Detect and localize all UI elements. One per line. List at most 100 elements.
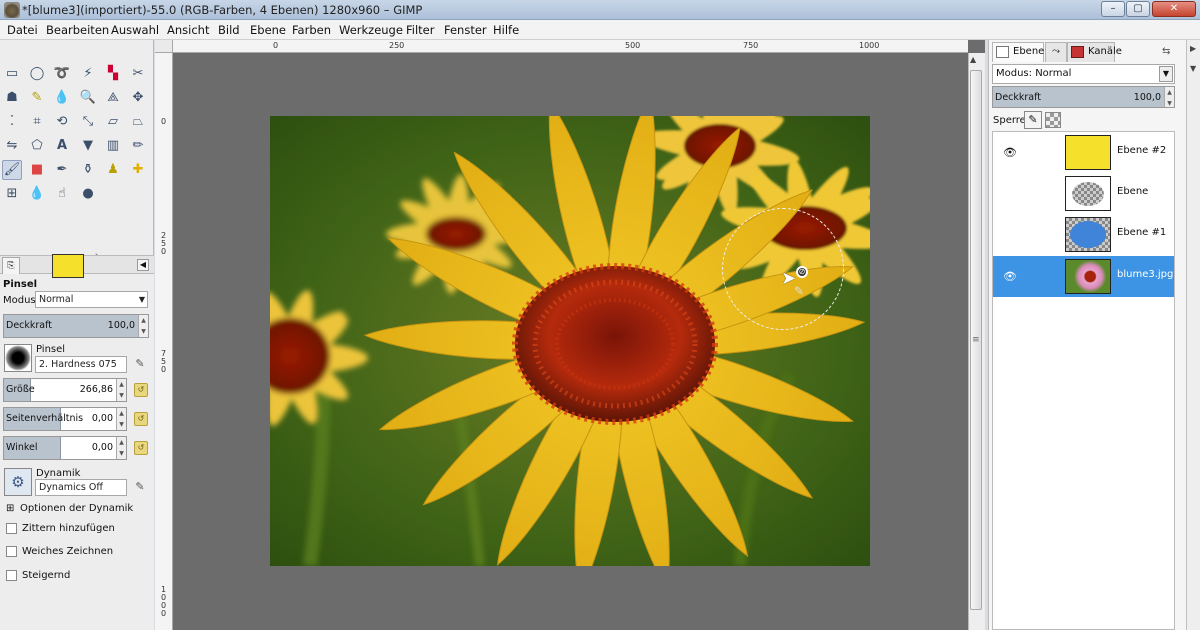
opacity-slider[interactable]: Deckkraft 100,0 ▲ ▼ xyxy=(3,314,149,338)
layer-name[interactable]: blume3.jpg xyxy=(1117,269,1173,280)
menu-hilfe[interactable]: Hilfe xyxy=(493,23,519,37)
scissors-icon[interactable]: ✂ xyxy=(128,64,148,84)
flip-icon[interactable]: ⇋ xyxy=(2,136,22,156)
opacity-spinner[interactable]: ▲ ▼ xyxy=(138,315,148,337)
layer-mode-select[interactable]: Modus: Normal xyxy=(992,64,1175,84)
edit-dynamics-icon[interactable]: ✎ xyxy=(133,480,147,494)
scale-icon[interactable]: ⤡ xyxy=(78,112,98,132)
dynamics-icon[interactable]: ⚙ xyxy=(4,468,32,496)
zoom-icon[interactable]: 🔍 xyxy=(78,88,98,108)
layer-row[interactable]: 👁 Ebene #2 xyxy=(993,132,1174,173)
menu-datei[interactable]: Datei xyxy=(7,23,38,37)
cage-icon[interactable]: ⬠ xyxy=(27,136,47,156)
free-select-icon[interactable]: ➰ xyxy=(52,64,72,84)
brush-preview-icon[interactable] xyxy=(4,344,32,372)
paths-icon[interactable]: ✎ xyxy=(27,88,47,108)
layer-opacity-slider[interactable]: Deckkraft 100,0 ▲ ▼ xyxy=(992,86,1175,108)
bucket-fill-icon[interactable]: ▼ xyxy=(78,136,98,156)
image-canvas[interactable] xyxy=(270,116,870,566)
chevron-down-icon[interactable]: ▼ xyxy=(1159,66,1173,82)
tab-paths[interactable]: ⤳ xyxy=(1045,42,1067,62)
tab-layers[interactable]: Ebenen xyxy=(992,42,1051,62)
layer-opacity-spinner[interactable]: ▲ ▼ xyxy=(1164,87,1174,107)
eraser-icon[interactable]: ■ xyxy=(27,160,47,180)
menu-werkzeuge[interactable]: Werkzeuge xyxy=(339,23,403,37)
brush-name-field[interactable]: 2. Hardness 075 xyxy=(35,356,127,373)
dynamics-options-expander-icon[interactable]: ⊞ xyxy=(6,503,14,514)
heal-icon[interactable]: ✚ xyxy=(128,160,148,180)
dock-menu-icon[interactable]: ▶ xyxy=(1190,44,1196,53)
scroll-up-icon[interactable]: ▲ xyxy=(970,55,976,64)
reset-size-icon[interactable]: ↺ xyxy=(134,383,148,397)
configure-tab-icon[interactable]: ⇆ xyxy=(1162,46,1170,57)
angle-slider[interactable]: Winkel 0,00 ▲ ▼ xyxy=(3,436,127,460)
clone-icon[interactable]: ♟ xyxy=(103,160,123,180)
quick-mask-corner[interactable] xyxy=(155,40,173,53)
perspective-icon[interactable]: ⏢ xyxy=(128,112,148,132)
menu-ansicht[interactable]: Ansicht xyxy=(167,23,209,37)
foreground-color-swatch[interactable] xyxy=(52,254,84,278)
visibility-eye-icon[interactable]: 👁 xyxy=(1003,146,1017,159)
menu-farben[interactable]: Farben xyxy=(292,23,331,37)
layer-row[interactable]: Ebene #1 xyxy=(993,214,1174,255)
foreground-select-icon[interactable]: ☗ xyxy=(2,88,22,108)
horizontal-ruler[interactable]: 0 250 500 750 1000 1250 xyxy=(173,40,968,53)
minimize-button[interactable]: – xyxy=(1101,1,1125,17)
layer-name[interactable]: Ebene #1 xyxy=(1117,227,1166,238)
angle-spinner[interactable]: ▲ ▼ xyxy=(116,437,126,459)
blur-icon[interactable]: 💧 xyxy=(27,184,47,204)
rect-select-icon[interactable]: ▭ xyxy=(2,64,22,84)
lock-alpha-icon[interactable] xyxy=(1045,112,1061,128)
menu-ebene[interactable]: Ebene xyxy=(250,23,286,37)
layer-name[interactable]: Ebene #2 xyxy=(1117,145,1166,156)
close-button[interactable]: ✕ xyxy=(1152,1,1196,17)
menu-filter[interactable]: Filter xyxy=(406,23,434,37)
layer-name[interactable]: Ebene xyxy=(1117,186,1148,197)
pencil-tool-icon[interactable]: ✏ xyxy=(128,136,148,156)
vertical-ruler[interactable]: 0 2 5 0 7 5 0 1 0 0 0 xyxy=(155,53,173,630)
dynamics-options-label[interactable]: Optionen der Dynamik xyxy=(20,503,133,514)
aspect-ratio-spinner[interactable]: ▲ ▼ xyxy=(116,408,126,430)
jitter-checkbox[interactable] xyxy=(6,523,17,534)
visibility-eye-icon[interactable]: 👁 xyxy=(1003,270,1017,283)
perspective-clone-icon[interactable]: ⊞ xyxy=(2,184,22,204)
tab-channels[interactable]: Kanäle xyxy=(1067,42,1122,62)
reset-aspect-icon[interactable]: ↺ xyxy=(134,412,148,426)
smudge-icon[interactable]: ☝ xyxy=(52,184,72,204)
text-icon[interactable]: A xyxy=(52,136,72,156)
ink-icon[interactable]: ⚱ xyxy=(78,160,98,180)
reset-angle-icon[interactable]: ↺ xyxy=(134,441,148,455)
rotate-icon[interactable]: ⟲ xyxy=(52,112,72,132)
tool-options-tab[interactable]: ⎘ xyxy=(2,257,20,274)
aspect-ratio-slider[interactable]: Seitenverhältnis 0,00 ▲ ▼ xyxy=(3,407,127,431)
airbrush-icon[interactable]: ✒ xyxy=(52,160,72,180)
dodge-burn-icon[interactable]: ● xyxy=(78,184,98,204)
menu-auswahl[interactable]: Auswahl xyxy=(111,23,159,37)
align-icon[interactable]: ⁚ xyxy=(2,112,22,132)
blend-icon[interactable]: ▥ xyxy=(103,136,123,156)
dynamics-field[interactable]: Dynamics Off xyxy=(35,479,127,496)
layer-row-selected[interactable]: 👁 blume3.jpg xyxy=(993,256,1174,297)
mode-select[interactable]: Normal ▼ xyxy=(35,291,148,308)
layer-row[interactable]: Ebene xyxy=(993,173,1174,214)
ellipse-select-icon[interactable]: ◯ xyxy=(27,64,47,84)
size-spinner[interactable]: ▲ ▼ xyxy=(116,379,126,401)
menu-bild[interactable]: Bild xyxy=(218,23,240,37)
lock-pixels-icon[interactable]: ✎ xyxy=(1024,111,1042,129)
dock-collapse-icon[interactable]: ▼ xyxy=(1190,64,1196,73)
fuzzy-select-icon[interactable]: ⚡ xyxy=(78,64,98,84)
menu-bearbeiten[interactable]: Bearbeiten xyxy=(46,23,109,37)
color-picker-icon[interactable]: 💧 xyxy=(52,88,72,108)
size-slider[interactable]: Größe 266,86 ▲ ▼ xyxy=(3,378,127,402)
maximize-button[interactable]: ▢ xyxy=(1126,1,1150,17)
smooth-checkbox[interactable] xyxy=(6,546,17,557)
measure-icon[interactable]: ⟁ xyxy=(103,88,123,108)
incremental-checkbox[interactable] xyxy=(6,570,17,581)
edit-brush-icon[interactable]: ✎ xyxy=(133,357,147,371)
move-icon[interactable]: ✥ xyxy=(128,88,148,108)
crop-icon[interactable]: ⌗ xyxy=(27,112,47,132)
shear-icon[interactable]: ▱ xyxy=(103,112,123,132)
tab-menu-icon[interactable]: ◀ xyxy=(137,259,149,271)
color-select-icon[interactable]: ▚ xyxy=(103,64,123,84)
menu-fenster[interactable]: Fenster xyxy=(444,23,487,37)
